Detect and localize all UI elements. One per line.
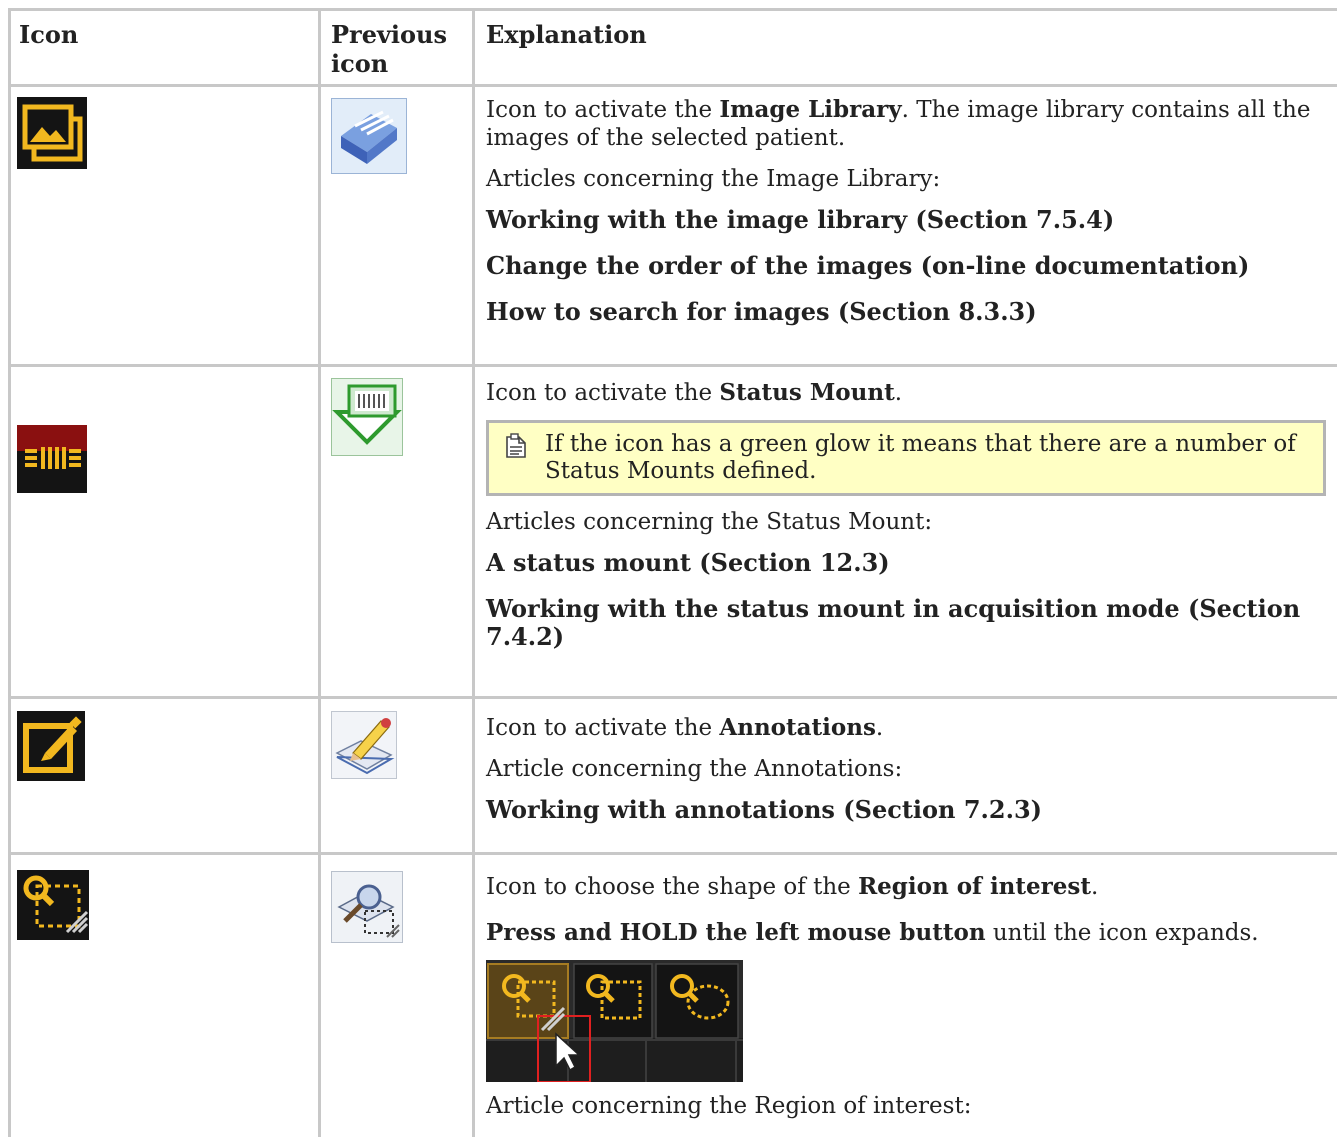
link-working-with-annotations[interactable]: Working with annotations (Section 7.2.3) [486, 796, 1326, 824]
annotations-articles-label: Article concerning the Annotations: [486, 756, 903, 782]
image-library-icon [17, 97, 87, 169]
region-of-interest-previous-icon [331, 871, 403, 943]
link-search-for-images[interactable]: How to search for images (Section 8.3.3) [486, 298, 1326, 326]
region-of-interest-intro: Icon to choose the shape of the Region o… [486, 873, 1099, 900]
note-text: If the icon has a green glow it means th… [545, 431, 1296, 484]
annotations-icon [17, 711, 85, 781]
row-region-of-interest-explanation: Icon to choose the shape of the Region o… [486, 873, 1326, 1133]
image-library-articles-label: Articles concerning the Image Library: [486, 166, 941, 192]
header-explanation: Explanation [486, 20, 647, 49]
link-status-mount-acquisition-mode[interactable]: Working with the status mount in acquisi… [486, 595, 1326, 651]
region-of-interest-instruction: Press and HOLD the left mouse button unt… [486, 919, 1259, 946]
status-mount-note: If the icon has a green glow it means th… [486, 420, 1326, 496]
row-divider [8, 364, 1337, 367]
header-divider [8, 84, 1337, 87]
link-a-status-mount[interactable]: A status mount (Section 12.3) [486, 549, 1326, 577]
row-divider [8, 852, 1337, 855]
roi-expanded-toolbar-screenshot [486, 960, 743, 1083]
row-status-mount-explanation: Icon to activate the Status Mount. If th… [486, 379, 1326, 669]
status-mount-previous-icon [331, 378, 403, 456]
link-change-order-of-images[interactable]: Change the order of the images (on-line … [486, 252, 1326, 280]
annotations-intro: Icon to activate the Annotations. [486, 714, 884, 741]
annotations-previous-icon [331, 711, 397, 779]
row-image-library-explanation: Icon to activate the Image Library. The … [486, 96, 1326, 344]
link-working-with-image-library[interactable]: Working with the image library (Section … [486, 206, 1326, 234]
region-of-interest-icon [17, 870, 89, 940]
header-previous-icon: Previous icon [331, 20, 447, 78]
note-icon [505, 433, 527, 459]
table-border-left [8, 8, 11, 1137]
image-library-intro: Icon to activate the Image Library. The … [486, 96, 1311, 151]
region-of-interest-articles-label: Article concerning the Region of interes… [486, 1093, 972, 1119]
column-divider [318, 8, 321, 1137]
status-mount-icon [17, 425, 87, 493]
row-divider [8, 696, 1337, 699]
column-divider [472, 8, 475, 1137]
table-border-top [8, 8, 1337, 11]
row-annotations-explanation: Icon to activate the Annotations. Articl… [486, 714, 1326, 842]
status-mount-articles-label: Articles concerning the Status Mount: [486, 509, 933, 535]
image-library-previous-icon [331, 98, 407, 174]
status-mount-intro: Icon to activate the Status Mount. [486, 379, 903, 406]
header-icon: Icon [19, 20, 79, 49]
